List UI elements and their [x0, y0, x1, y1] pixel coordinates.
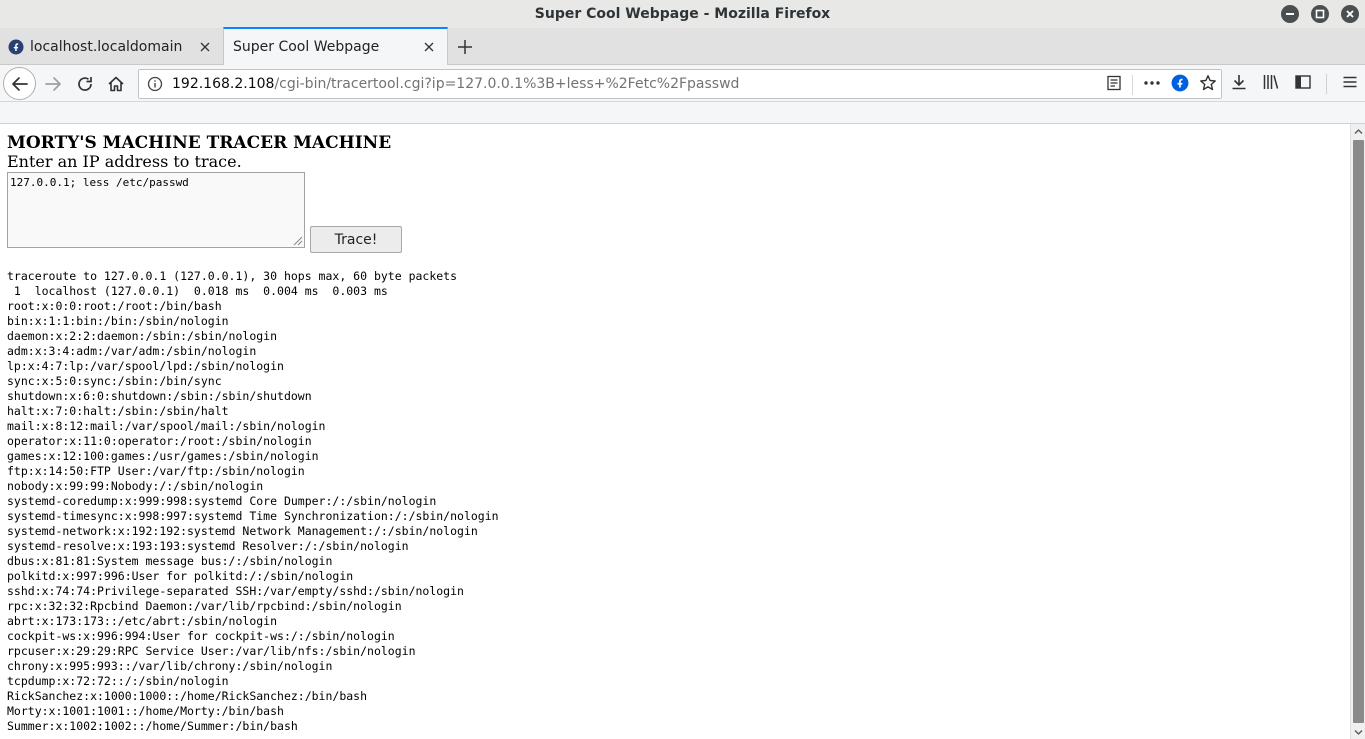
output-line: sshd:x:74:74:Privilege-separated SSH:/va…: [7, 584, 464, 598]
scroll-up-arrow-icon[interactable]: [1354, 127, 1363, 136]
toolbar-icons: [1230, 69, 1359, 99]
tab-label: localhost.localdomain: [30, 38, 183, 55]
window-titlebar: Super Cool Webpage - Mozilla Firefox: [0, 0, 1365, 28]
output-line: games:x:12:100:games:/usr/games:/sbin/no…: [7, 449, 319, 463]
output-line: RickSanchez:x:1000:1000::/home/RickSanch…: [7, 689, 368, 703]
fedora-pocket-button[interactable]: [1171, 74, 1189, 96]
maximize-button[interactable]: [1311, 5, 1329, 23]
forward-button[interactable]: [38, 69, 68, 99]
minimize-icon: [1286, 13, 1294, 15]
output-line: Morty:x:1001:1001::/home/Morty:/bin/bash: [7, 704, 284, 718]
ip-address-input[interactable]: 127.0.0.1; less /etc/passwd: [7, 172, 305, 248]
output-line: systemd-resolve:x:193:193:systemd Resolv…: [7, 539, 409, 553]
page-scrollbar[interactable]: [1350, 124, 1365, 739]
url-bar[interactable]: 192.168.2.108/cgi-bin/tracertool.cgi?ip=…: [138, 69, 1222, 99]
reload-icon: [78, 77, 92, 91]
url-text[interactable]: 192.168.2.108/cgi-bin/tracertool.cgi?ip=…: [172, 76, 739, 92]
bookmark-star-button[interactable]: [1199, 74, 1217, 96]
reload-button[interactable]: [70, 69, 100, 99]
close-tab-button[interactable]: [419, 37, 439, 57]
page-actions-button[interactable]: [1143, 75, 1161, 95]
output-line: systemd-network:x:192:192:systemd Networ…: [7, 524, 478, 538]
output-line: chrony:x:995:993::/var/lib/chrony:/sbin/…: [7, 659, 333, 673]
download-icon: [1232, 75, 1246, 90]
output-line: sync:x:5:0:sync:/sbin:/bin/sync: [7, 374, 222, 388]
site-info-icon[interactable]: [142, 76, 168, 92]
output-line: rpcuser:x:29:29:RPC Service User:/var/li…: [7, 644, 416, 658]
new-tab-button[interactable]: [455, 37, 475, 57]
output-line: 1 localhost (127.0.0.1) 0.018 ms 0.004 m…: [7, 284, 388, 298]
output-line: root:x:0:0:root:/root:/bin/bash: [7, 299, 222, 313]
reader-view-button[interactable]: [1106, 75, 1122, 95]
output-line: operator:x:11:0:operator:/root:/sbin/nol…: [7, 434, 312, 448]
output-line: Summer:x:1002:1002::/home/Summer:/bin/ba…: [7, 719, 298, 733]
star-icon: [1200, 75, 1216, 91]
info-icon: [147, 76, 163, 92]
nav-toolbar: 192.168.2.108/cgi-bin/tracertool.cgi?ip=…: [0, 65, 1365, 102]
close-tab-button[interactable]: [195, 37, 215, 57]
maximize-icon: [1315, 9, 1325, 19]
output-line: traceroute to 127.0.0.1 (127.0.0.1), 30 …: [7, 269, 458, 283]
bookmarks-toolbar: [0, 102, 1365, 124]
ellipsis-icon: [1144, 81, 1160, 85]
scroll-down-arrow-icon[interactable]: [1354, 728, 1363, 737]
back-button[interactable]: [3, 67, 36, 100]
sidebar-icon: [1295, 75, 1311, 89]
scrollbar-thumb[interactable]: [1353, 140, 1364, 723]
trace-output: traceroute to 127.0.0.1 (127.0.0.1), 30 …: [7, 269, 1337, 734]
output-line: rpc:x:32:32:Rpcbind Daemon:/var/lib/rpcb…: [7, 599, 402, 613]
output-line: halt:x:7:0:halt:/sbin:/sbin/halt: [7, 404, 229, 418]
arrow-left-icon: [11, 76, 28, 91]
output-line: adm:x:3:4:adm:/var/adm:/sbin/nologin: [7, 344, 257, 358]
output-line: systemd-coredump:x:999:998:systemd Core …: [7, 494, 437, 508]
tab-label: Super Cool Webpage: [233, 39, 380, 55]
output-line: abrt:x:173:173::/etc/abrt:/sbin/nologin: [7, 614, 278, 628]
page-content: MORTY'S MACHINE TRACER MACHINE Enter an …: [0, 124, 1350, 739]
url-path: /cgi-bin/tracertool.cgi?ip=127.0.0.1%3B+…: [274, 76, 740, 92]
toolbar-separator: [1326, 74, 1327, 94]
url-separator: [1132, 75, 1133, 95]
sidebar-button[interactable]: [1294, 73, 1312, 95]
trace-button[interactable]: Trace!: [310, 226, 402, 253]
fedora-icon: [1171, 74, 1189, 92]
arrow-right-icon: [45, 77, 61, 91]
output-line: dbus:x:81:81:System message bus:/:/sbin/…: [7, 554, 333, 568]
tab-localhost[interactable]: localhost.localdomain: [0, 28, 223, 65]
close-window-button[interactable]: [1341, 5, 1359, 23]
output-line: nobody:x:99:99:Nobody:/:/sbin/nologin: [7, 479, 264, 493]
fedora-icon: [8, 39, 24, 54]
resize-grip-icon[interactable]: [291, 234, 303, 246]
library-icon: [1263, 75, 1279, 89]
hamburger-menu-icon: [1343, 76, 1357, 88]
window-controls: [1281, 5, 1359, 23]
home-icon: [108, 76, 124, 92]
output-line: daemon:x:2:2:daemon:/sbin:/sbin/nologin: [7, 329, 278, 343]
plus-icon: [458, 40, 472, 54]
url-actions: [1106, 70, 1217, 100]
output-line: mail:x:8:12:mail:/var/spool/mail:/sbin/n…: [7, 419, 326, 433]
window-title: Super Cool Webpage - Mozilla Firefox: [534, 6, 831, 22]
output-line: shutdown:x:6:0:shutdown:/sbin:/sbin/shut…: [7, 389, 312, 403]
output-line: polkitd:x:997:996:User for polkitd:/:/sb…: [7, 569, 354, 583]
output-line: lp:x:4:7:lp:/var/spool/lpd:/sbin/nologin: [7, 359, 284, 373]
tab-strip: localhost.localdomain Super Cool Webpage: [0, 27, 1365, 65]
close-icon: [1346, 10, 1354, 18]
output-line: bin:x:1:1:bin:/bin:/sbin/nologin: [7, 314, 229, 328]
output-line: ftp:x:14:50:FTP User:/var/ftp:/sbin/nolo…: [7, 464, 305, 478]
close-icon: [424, 42, 434, 52]
close-icon: [200, 42, 210, 51]
downloads-button[interactable]: [1230, 73, 1248, 95]
tab-super-cool-webpage[interactable]: Super Cool Webpage: [223, 27, 448, 65]
reader-view-icon: [1107, 75, 1121, 91]
page-instructions: Enter an IP address to trace.: [7, 152, 242, 171]
output-line: systemd-timesync:x:998:997:systemd Time …: [7, 509, 499, 523]
library-button[interactable]: [1262, 73, 1280, 95]
minimize-button[interactable]: [1281, 5, 1299, 23]
url-host: 192.168.2.108: [172, 76, 275, 92]
home-button[interactable]: [101, 69, 131, 99]
output-line: tcpdump:x:72:72::/:/sbin/nologin: [7, 674, 229, 688]
page-title: MORTY'S MACHINE TRACER MACHINE: [7, 133, 392, 153]
menu-button[interactable]: [1341, 73, 1359, 95]
output-line: cockpit-ws:x:996:994:User for cockpit-ws…: [7, 629, 395, 643]
